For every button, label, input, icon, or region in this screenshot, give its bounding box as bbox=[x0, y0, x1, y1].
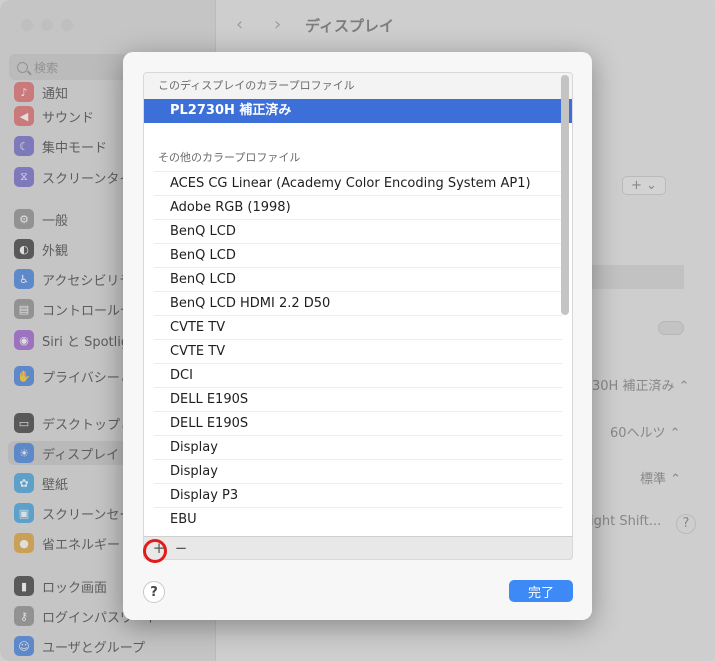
add-profile-button[interactable]: + bbox=[148, 538, 170, 558]
profile-row[interactable]: EBU bbox=[154, 507, 562, 531]
color-profile-sheet: このディスプレイのカラープロファイル PL2730H 補正済み その他のカラープ… bbox=[123, 52, 592, 620]
profile-row[interactable]: Adobe RGB (1998) bbox=[154, 195, 562, 219]
profile-row[interactable]: BenQ LCD bbox=[154, 243, 562, 267]
profile-row[interactable]: Display bbox=[154, 435, 562, 459]
profile-row[interactable]: DELL E190S bbox=[154, 411, 562, 435]
profile-row[interactable]: BenQ LCD bbox=[154, 267, 562, 291]
help-button[interactable]: ? bbox=[143, 581, 165, 603]
profile-row[interactable]: CVTE TV bbox=[154, 315, 562, 339]
current-profile-row[interactable]: PL2730H 補正済み bbox=[144, 99, 572, 123]
profile-row[interactable]: CVTE TV bbox=[154, 339, 562, 363]
profile-list[interactable]: このディスプレイのカラープロファイル PL2730H 補正済み その他のカラープ… bbox=[143, 72, 573, 560]
profile-row[interactable]: BenQ LCD HDMI 2.2 D50 bbox=[154, 291, 562, 315]
profile-row[interactable]: DCI bbox=[154, 363, 562, 387]
profile-row[interactable]: DELL E190S bbox=[154, 387, 562, 411]
settings-window: 検索 ♪ 通知 ◀ サウンド ☾ 集中モード ⧖ スクリーンタイム ⚙ 一般 ◐ 外観 ♿ ア… bbox=[0, 0, 715, 661]
current-profile-header: このディスプレイのカラープロファイル bbox=[144, 73, 572, 99]
profile-row[interactable]: BenQ LCD bbox=[154, 219, 562, 243]
done-button[interactable]: 完了 bbox=[509, 580, 573, 602]
list-toolbar: + − bbox=[143, 536, 573, 560]
profile-row[interactable]: Display P3 bbox=[154, 483, 562, 507]
other-profiles-header: その他のカラープロファイル bbox=[158, 151, 301, 164]
profile-row[interactable]: Display bbox=[154, 459, 562, 483]
remove-profile-button[interactable]: − bbox=[170, 538, 192, 558]
scrollbar[interactable] bbox=[561, 75, 569, 315]
profile-row[interactable]: ACES CG Linear (Academy Color Encoding S… bbox=[154, 171, 562, 195]
